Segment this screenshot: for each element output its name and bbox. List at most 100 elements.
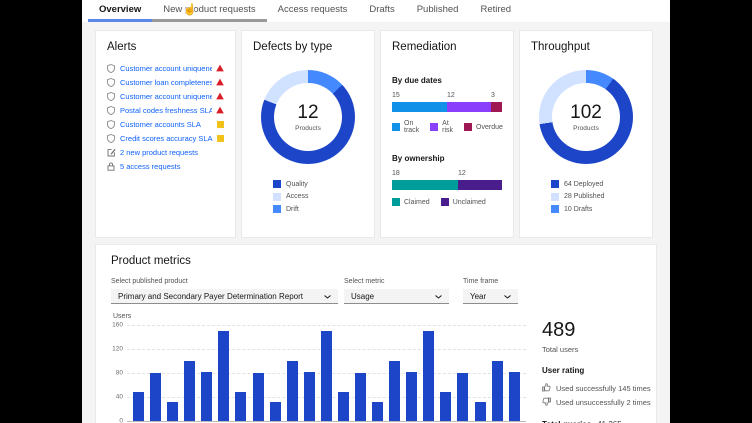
defects-total: 12 [297, 102, 318, 124]
tab-label: Published [417, 4, 459, 15]
legend: On track At risk Overdue [392, 120, 502, 134]
legend-item: Quality [273, 180, 363, 188]
segment-value: 18 [392, 170, 400, 177]
metric-select-group: Select metric Usage [344, 278, 449, 304]
product-select[interactable]: Primary and Secondary Payer Determinatio… [111, 289, 338, 304]
chevron-down-icon [324, 292, 331, 301]
tab-retired[interactable]: Retired [469, 0, 522, 22]
legend-label: At risk [442, 120, 453, 134]
chevron-down-icon [504, 292, 511, 301]
alert-item[interactable]: Customer account uniqueness SLA [107, 64, 224, 73]
bar [475, 402, 486, 421]
bar-segment [458, 180, 502, 190]
warning-square-icon [217, 135, 224, 142]
bar [492, 361, 503, 421]
bars-container [133, 325, 520, 421]
legend-item: 28 Published [551, 193, 641, 201]
tab-label: New product requests [163, 4, 255, 15]
alert-item[interactable]: 5 access requests [107, 162, 224, 171]
timeframe-select[interactable]: Year [463, 289, 518, 304]
throughput-total: 102 [570, 102, 602, 124]
summary-cards-row: Alerts Customer account uniqueness SLA Cu… [95, 30, 657, 238]
used-unsuccessfully-row: Used unsuccessfully 2 times [542, 397, 657, 408]
alert-label: Customer accounts SLA [120, 120, 213, 129]
legend-label: 28 Published [564, 193, 604, 200]
segment-value: 15 [392, 92, 400, 99]
alert-item[interactable]: Customer accounts SLA [107, 120, 224, 129]
stacked-bar-values: 1812 [392, 170, 502, 179]
segment-value: 3 [491, 92, 495, 99]
legend-item: Overdue [464, 120, 503, 134]
tab-drafts[interactable]: Drafts [358, 0, 405, 22]
legend-swatch [392, 123, 400, 131]
product-select-group: Select published product Primary and Sec… [111, 278, 338, 304]
lock-icon [107, 162, 116, 171]
alert-item[interactable]: Customer loan completeness SLA [107, 78, 224, 87]
tab-overview[interactable]: Overview [88, 0, 152, 22]
legend-swatch [551, 205, 559, 213]
metrics-main-row: Users 16012080400 489 Total users User r… [111, 313, 641, 423]
legend-item: Drift [273, 205, 363, 213]
bar [304, 372, 315, 421]
alert-label: Credit scores accuracy SLA [120, 134, 213, 143]
bar [235, 392, 246, 421]
alert-label: Customer account uniqueness SLA [120, 64, 212, 73]
remediation-card: Remediation By due dates 15123On trackAt… [380, 30, 514, 238]
product-select-value: Primary and Secondary Payer Determinatio… [118, 292, 303, 301]
warning-triangle-icon [216, 78, 224, 86]
bar [167, 402, 178, 421]
app-window: Overview New product requests Access reque… [82, 0, 670, 423]
warning-triangle-icon [216, 92, 224, 100]
bar [457, 373, 468, 421]
usage-chart-ylabel: Users [113, 313, 526, 320]
tab-published[interactable]: Published [406, 0, 470, 22]
alert-label: 5 access requests [120, 162, 224, 171]
alert-item[interactable]: 2 new product requests [107, 148, 224, 157]
timeframe-select-label: Time frame [463, 278, 518, 285]
stacked-bar-values: 15123 [392, 92, 502, 101]
bar-segment [392, 102, 447, 112]
bar [253, 373, 264, 421]
timeframe-select-value: Year [470, 292, 486, 301]
product-metrics-card: Product metrics Select published product… [95, 244, 657, 423]
metric-select[interactable]: Usage [344, 289, 449, 304]
alert-item[interactable]: Customer account uniqueness SLA [107, 92, 224, 101]
ownership-stacked-bar: 1812 Claimed Unclaimed [392, 170, 502, 206]
legend-swatch [430, 123, 438, 131]
thumbs-down-icon [542, 397, 551, 408]
tab-new-product-requests[interactable]: New product requests [152, 0, 266, 22]
warning-triangle-icon [216, 106, 224, 114]
dashboard-content: Alerts Customer account uniqueness SLA Cu… [82, 22, 670, 423]
bar-segment [491, 102, 502, 112]
legend-swatch [273, 180, 281, 188]
throughput-donut-center: 102 Products [552, 83, 620, 151]
stacked-bar [392, 180, 502, 190]
alert-label: 2 new product requests [120, 148, 224, 157]
chevron-down-icon [435, 292, 442, 301]
bar [218, 331, 229, 421]
tab-access-requests[interactable]: Access requests [267, 0, 359, 22]
alert-item[interactable]: Credit scores accuracy SLA [107, 134, 224, 143]
legend-label: Drift [286, 206, 299, 213]
alert-label: Postal codes freshness SLA [120, 106, 212, 115]
shield-icon [107, 92, 116, 101]
ownership-subtitle: By ownership [392, 154, 502, 163]
defects-donut-chart: 12 Products [261, 70, 355, 164]
product-select-label: Select published product [111, 278, 338, 285]
shield-icon [107, 78, 116, 87]
throughput-donut-chart: 102 Products [539, 70, 633, 164]
legend-item: On track [392, 120, 419, 134]
thumbs-up-icon [542, 383, 551, 394]
alert-item[interactable]: Postal codes freshness SLA [107, 106, 224, 115]
legend-label: Unclaimed [453, 199, 486, 206]
bar [389, 361, 400, 421]
legend-item: Claimed [392, 198, 430, 206]
defects-card-title: Defects by type [253, 41, 363, 53]
legend-swatch [273, 193, 281, 201]
shield-icon [107, 134, 116, 143]
timeframe-select-group: Time frame Year [463, 278, 518, 304]
throughput-total-label: Products [573, 125, 599, 132]
alerts-card: Alerts Customer account uniqueness SLA Cu… [95, 30, 236, 238]
alerts-card-title: Alerts [107, 41, 224, 53]
alert-label: Customer account uniqueness SLA [120, 92, 212, 101]
